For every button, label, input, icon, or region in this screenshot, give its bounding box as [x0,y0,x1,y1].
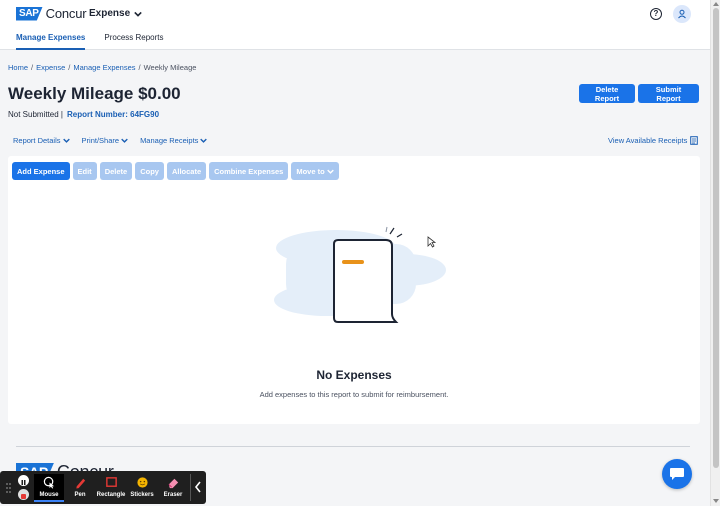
mouse-tool-label: Mouse [39,492,59,498]
eraser-tool-button[interactable]: Eraser [158,474,188,502]
move-to-button[interactable]: Move to [291,162,339,180]
screen-recorder-toolbar: Mouse Pen Rectangle Stickers Eraser [0,471,206,504]
rectangle-tool-button[interactable]: Rectangle [96,474,126,502]
pen-tool-button[interactable]: Pen [65,474,95,502]
report-status-line: Not Submitted | Report Number: 64FG90 [8,110,159,119]
stickers-tool-label: Stickers [130,492,154,498]
chevron-down-icon [200,138,208,143]
view-available-receipts-label: View Available Receipts [608,136,688,145]
breadcrumb-expense[interactable]: Expense [36,63,65,72]
page-scrollbar[interactable] [710,0,720,506]
receipt-icon [690,136,699,145]
scroll-up-arrow-icon[interactable] [713,2,719,6]
pen-icon [75,478,85,489]
help-icon[interactable]: ? [650,8,662,20]
expense-app-menu[interactable]: Expense [89,8,142,19]
eraser-icon [168,478,178,489]
breadcrumb-current: Weekly Mileage [143,63,197,72]
footer-divider [16,446,690,447]
add-expense-button[interactable]: Add Expense [12,162,70,180]
mouse-tool-button[interactable]: Mouse [34,474,64,502]
pen-tool-label: Pen [74,492,86,498]
allocate-button[interactable]: Allocate [166,162,207,180]
chevron-down-icon [62,138,70,143]
chat-bubble-icon [670,468,684,480]
breadcrumb-manage-expenses[interactable]: Manage Expenses [73,63,135,72]
delete-button[interactable]: Delete [99,162,133,180]
expenses-card: Add Expense Edit Delete Copy Allocate Co… [8,156,700,424]
eraser-tool-label: Eraser [163,492,183,498]
stop-icon [21,494,26,499]
delete-report-button[interactable]: Delete Report [579,84,635,103]
scrollbar-thumb[interactable] [713,8,719,468]
view-available-receipts-link[interactable]: View Available Receipts [608,136,699,145]
top-header: SAP Concur Expense ? Manage Expenses Pro… [0,0,710,50]
drag-handle-icon[interactable] [6,483,11,493]
copy-button[interactable]: Copy [135,162,164,180]
main-tabs: Manage Expenses Process Reports [16,33,164,50]
tab-process-reports[interactable]: Process Reports [104,33,163,50]
chevron-down-icon [121,138,128,143]
breadcrumb-separator: / [68,63,71,72]
sap-concur-logo[interactable]: SAP Concur [16,6,87,21]
manage-receipts-label: Manage Receipts [140,136,199,145]
toolbar-divider [190,474,191,501]
chevron-down-icon [326,169,334,174]
print-share-menu[interactable]: Print/Share [82,136,129,145]
combine-expenses-button[interactable]: Combine Expenses [209,162,289,180]
report-details-label: Report Details [13,136,61,145]
stop-recording-button[interactable] [18,489,29,500]
submit-report-button[interactable]: Submit Report [638,84,699,103]
breadcrumb-separator: / [31,63,34,72]
chat-button[interactable] [662,459,692,489]
empty-state-title: No Expenses [316,368,392,382]
manage-receipts-menu[interactable]: Manage Receipts [140,136,208,145]
breadcrumb-home[interactable]: Home [8,63,28,72]
empty-document-illustration [274,226,446,323]
stickers-tool-button[interactable]: Stickers [127,474,157,502]
tab-manage-expenses[interactable]: Manage Expenses [16,33,86,50]
pause-recording-button[interactable] [18,475,29,486]
sap-logo-mark: SAP [16,6,43,21]
breadcrumb-separator: / [138,63,141,72]
user-icon [678,9,686,19]
mouse-cursor-icon [427,236,436,248]
empty-state-subtitle: Add expenses to this report to submit fo… [259,390,449,399]
move-to-label: Move to [296,166,325,176]
report-subnav: Report Details Print/Share Manage Receip… [13,136,208,145]
print-share-label: Print/Share [81,136,120,145]
report-details-menu[interactable]: Report Details [13,136,70,145]
pause-icon [21,480,26,485]
concur-logo-text: Concur [45,6,87,21]
chevron-left-icon[interactable] [194,481,202,493]
rectangle-tool-label: Rectangle [96,492,126,498]
sticker-smiley-icon [136,477,148,488]
user-avatar[interactable] [673,5,691,23]
scroll-down-arrow-icon[interactable] [713,499,719,503]
report-number: Report Number: 64FG90 [67,110,160,119]
chevron-down-icon [134,11,142,17]
rectangle-icon [105,477,117,487]
breadcrumb: Home / Expense / Manage Expenses / Weekl… [8,63,196,72]
report-status: Not Submitted | [8,110,63,119]
edit-button[interactable]: Edit [72,162,97,180]
page-title: Weekly Mileage $0.00 [8,84,181,103]
mouse-pointer-icon [43,476,54,489]
expense-app-menu-label: Expense [89,8,131,19]
expense-actions-toolbar: Add Expense Edit Delete Copy Allocate Co… [12,162,339,180]
